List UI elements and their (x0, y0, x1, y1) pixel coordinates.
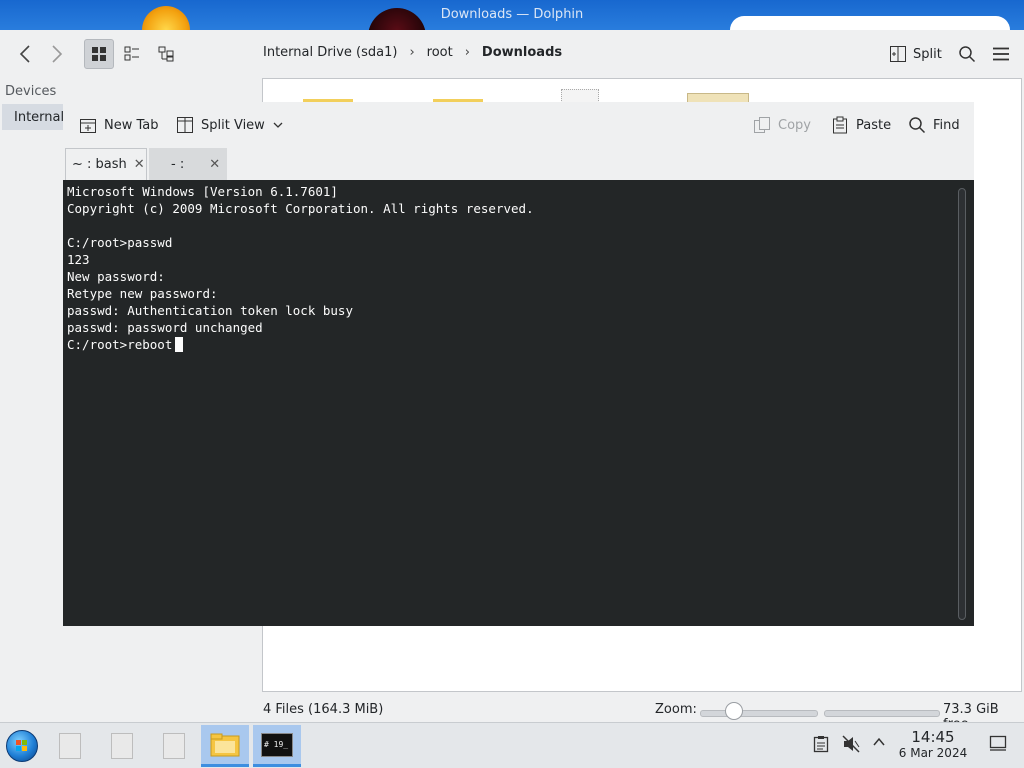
terminal-prompt-line: C:/root>reboot (67, 337, 173, 352)
search-icon (909, 117, 926, 134)
tab-bar: ~ : bash ✕ - : ✕ (63, 148, 974, 180)
terminal-scrollbar[interactable] (958, 188, 966, 620)
terminal-line: New password: (67, 269, 165, 284)
split-button-label: Split (913, 46, 942, 62)
breadcrumb-item-root[interactable]: root (427, 45, 453, 60)
terminal-line: C:/root>passwd (67, 235, 173, 250)
tree-view-icon (158, 46, 174, 62)
sidebar-section-devices: Devices (5, 84, 57, 99)
terminal-line: passwd: Authentication token lock busy (67, 303, 353, 318)
clipboard-icon (813, 736, 829, 753)
zoom-label: Zoom: (655, 702, 697, 717)
forward-button[interactable] (42, 39, 72, 69)
new-tab-button[interactable]: New Tab (79, 110, 159, 140)
konsole-toolbar: New Tab Split View Copy Paste Find (63, 102, 974, 148)
chevron-left-icon (19, 45, 30, 63)
show-desktop-button[interactable] (987, 735, 1009, 751)
find-button[interactable]: Find (908, 110, 960, 140)
compact-view-button[interactable] (117, 39, 147, 69)
paste-icon (833, 116, 847, 134)
window-title: Downloads — Dolphin (440, 7, 584, 22)
file-manager-icon (210, 733, 240, 756)
breadcrumb-item-drive[interactable]: Internal Drive (sda1) (263, 45, 397, 60)
close-icon[interactable]: ✕ (209, 157, 220, 172)
icons-view-button[interactable] (84, 39, 114, 69)
hamburger-menu-icon (993, 47, 1009, 61)
tab-label: ~ : bash (72, 157, 127, 172)
text-cursor (175, 337, 184, 352)
close-icon[interactable]: ✕ (134, 157, 145, 172)
new-tab-icon (80, 119, 96, 133)
chevron-down-icon (273, 122, 283, 128)
find-label: Find (933, 117, 960, 133)
task-document-2[interactable] (98, 725, 146, 767)
terminal-history: Microsoft Windows [Version 6.1.7601] Cop… (67, 184, 534, 335)
search-button[interactable] (952, 39, 982, 69)
split-view-icon (177, 117, 193, 133)
paste-button[interactable]: Paste (831, 110, 891, 140)
zoom-slider-handle[interactable] (725, 702, 743, 720)
start-menu-button[interactable] (6, 730, 38, 762)
zoom-slider-track[interactable] (700, 710, 818, 717)
clock-date: 6 Mar 2024 (898, 746, 968, 760)
terminal-view[interactable]: Microsoft Windows [Version 6.1.7601] Cop… (63, 180, 974, 626)
dolphin-toolbar: Internal Drive (sda1) › root › Downloads… (0, 30, 1024, 80)
sidebar-item-label: Internal Drive (sda1) (14, 109, 64, 125)
copy-label: Copy (778, 117, 811, 133)
terminal-line: Copyright (c) 2009 Microsoft Corporation… (67, 201, 534, 216)
terminal-line: 123 (67, 252, 90, 267)
details-view-button[interactable] (151, 39, 181, 69)
tab-second[interactable]: - : ✕ (149, 148, 227, 180)
document-icon (59, 733, 81, 759)
terminal-icon: # 19_ (261, 732, 293, 757)
breadcrumb-separator-icon: › (464, 45, 470, 60)
task-document-1[interactable] (46, 725, 94, 767)
split-view-button[interactable]: Split View (176, 110, 284, 140)
tab-label: - : (171, 156, 185, 172)
status-bar: 4 Files (164.3 MiB) Zoom: 73.3 GiB free (0, 700, 1024, 732)
document-icon (163, 733, 185, 759)
show-desktop-icon (989, 735, 1007, 751)
split-button[interactable]: Split (889, 39, 942, 69)
breadcrumb-separator-icon: › (409, 45, 415, 60)
task-document-3[interactable] (150, 725, 198, 767)
clock-time: 14:45 (911, 728, 955, 746)
digital-clock[interactable]: 14:45 6 Mar 2024 (893, 729, 973, 761)
search-icon (959, 46, 976, 63)
breadcrumb-item-downloads[interactable]: Downloads (482, 45, 562, 60)
terminal-line: passwd: password unchanged (67, 320, 263, 335)
split-view-label: Split View (201, 117, 265, 133)
compact-list-icon (124, 46, 139, 61)
clipboard-button[interactable] (811, 735, 831, 753)
muted-speaker-icon (842, 735, 860, 753)
windows-logo-icon (16, 740, 27, 751)
task-terminal[interactable]: # 19_ (253, 725, 301, 767)
terminal-line: Microsoft Windows [Version 6.1.7601] (67, 184, 338, 199)
new-tab-label: New Tab (104, 117, 159, 133)
file-count: 4 Files (164.3 MiB) (263, 702, 384, 717)
paste-label: Paste (856, 117, 892, 133)
taskbar: # 19_ 14:45 6 Mar 2024 (0, 722, 1024, 768)
chevron-up-icon (873, 737, 885, 746)
breadcrumb: Internal Drive (sda1) › root › Downloads (263, 45, 562, 60)
task-file-manager[interactable] (201, 725, 249, 767)
free-space-bar (824, 710, 940, 717)
hamburger-menu-button[interactable] (986, 39, 1016, 69)
terminal-line: Retype new password: (67, 286, 218, 301)
tab-bash[interactable]: ~ : bash ✕ (65, 148, 147, 180)
sidebar-item-internal-drive[interactable]: Internal Drive (sda1) (2, 104, 64, 130)
volume-button[interactable] (840, 735, 862, 753)
terminal-output: Microsoft Windows [Version 6.1.7601] Cop… (67, 183, 534, 353)
split-view-icon (890, 46, 906, 62)
copy-button[interactable]: Copy (753, 110, 811, 140)
grid-icon (92, 47, 106, 61)
document-icon (111, 733, 133, 759)
system-tray-expander[interactable] (870, 735, 888, 749)
copy-icon (754, 117, 770, 133)
chevron-right-icon (52, 45, 63, 63)
back-button[interactable] (10, 39, 40, 69)
konsole-window: New Tab Split View Copy Paste Find ~ : b… (63, 102, 974, 626)
